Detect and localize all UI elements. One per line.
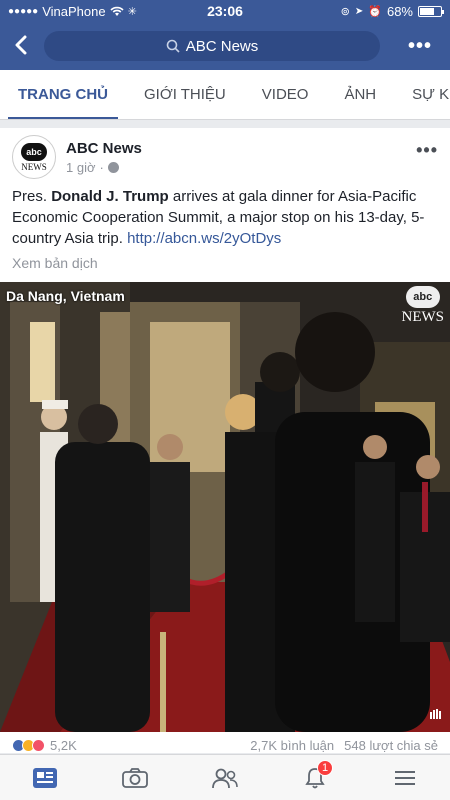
post-time[interactable]: 1 giờ [66, 160, 96, 175]
reactions-summary[interactable]: 5,2K 2,7K bình luận 548 lượt chia sẻ [0, 738, 450, 753]
more-options-button[interactable]: ••• [400, 35, 440, 58]
tab-home[interactable]: TRANG CHỦ [0, 70, 126, 119]
abc-news-watermark: abc NEWS [401, 286, 445, 326]
friends-icon [212, 768, 238, 788]
bottom-navigation: 1 [0, 754, 450, 800]
notifications-badge: 1 [317, 759, 333, 776]
post-card: abc NEWS ABC News 1 giờ · ••• Pres. Dona… [0, 128, 450, 753]
top-bar: ●●●●● VinaPhone ✳ 23:06 ⊚ ➤ ⏰ 68% ABC Ne… [0, 0, 450, 70]
video-volume-button[interactable] [430, 706, 442, 724]
friends-button[interactable] [205, 758, 245, 798]
news-feed-button[interactable] [25, 758, 65, 798]
search-icon [166, 39, 180, 53]
translate-link[interactable]: Xem bản dịch [0, 249, 450, 271]
menu-icon [395, 770, 415, 785]
post-text-prefix: Pres. [12, 188, 52, 205]
page-tabs: TRANG CHỦ GIỚI THIỆU VIDEO ẢNH SỰ K [0, 70, 450, 120]
globe-icon [107, 161, 119, 173]
back-button[interactable] [10, 32, 44, 60]
camera-button[interactable] [115, 758, 155, 798]
battery-icon [418, 5, 444, 17]
video-location-caption: Da Nang, Vietnam [6, 288, 125, 304]
camera-icon [122, 767, 148, 788]
post-header: abc NEWS ABC News 1 giờ · ••• [0, 128, 450, 186]
tab-about[interactable]: GIỚI THIỆU [126, 70, 244, 119]
love-icon [32, 739, 45, 752]
video-player[interactable]: Da Nang, Vietnam abc NEWS [0, 282, 450, 732]
video-frame [0, 282, 450, 732]
menu-button[interactable] [385, 758, 425, 798]
status-bar: ●●●●● VinaPhone ✳ 23:06 ⊚ ➤ ⏰ 68% [0, 0, 450, 22]
clock: 23:06 [207, 3, 243, 19]
avatar[interactable]: abc NEWS [12, 135, 56, 179]
watermark-abc: abc [405, 286, 440, 308]
tab-video[interactable]: VIDEO [244, 70, 327, 119]
shares-count[interactable]: 548 lượt chia sẻ [344, 738, 438, 753]
notifications-button[interactable]: 1 [295, 758, 335, 798]
comments-count[interactable]: 2,7K bình luận [250, 738, 334, 753]
post-options-button[interactable]: ••• [416, 140, 438, 161]
watermark-news: NEWS [401, 309, 445, 325]
search-text: ABC News [185, 37, 259, 55]
news-feed-icon [33, 767, 57, 788]
tab-events[interactable]: SỰ K [394, 70, 450, 119]
tab-photos[interactable]: ẢNH [326, 70, 394, 119]
post-link[interactable]: http://abcn.ws/2yOtDys [127, 230, 281, 247]
mentioned-person[interactable]: Donald J. Trump [51, 188, 169, 205]
page-name[interactable]: ABC News [66, 140, 142, 157]
reaction-count: 5,2K [50, 738, 77, 753]
avatar-news-text: NEWS [21, 161, 47, 172]
search-bar[interactable]: ABC News [44, 31, 380, 61]
more-dots-icon: ••• [407, 34, 432, 57]
chevron-left-icon [15, 35, 27, 55]
post-text: Pres. Donald J. Trump arrives at gala di… [0, 186, 450, 249]
dot-separator: · [99, 159, 104, 175]
audio-bars-icon [430, 709, 441, 719]
avatar-abc-logo: abc [21, 142, 47, 161]
